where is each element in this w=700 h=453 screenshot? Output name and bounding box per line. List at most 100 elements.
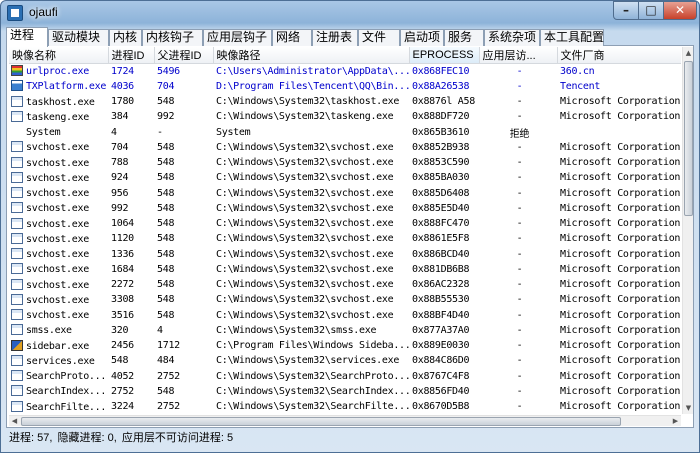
eprocess-cell: 0x865B3610 — [409, 125, 479, 140]
pid-cell: 924 — [108, 170, 154, 185]
image-path-cell: C:\Windows\System32\svchost.exe — [213, 231, 409, 246]
table-row[interactable]: svchost.exe 992 548 C:\Windows\System32\svc… — [9, 201, 681, 216]
app-access-text: - — [516, 96, 523, 108]
column-header-ppid[interactable]: 父进程ID — [154, 47, 214, 64]
tab-registry[interactable]: 注册表 — [312, 29, 358, 46]
table-row[interactable]: svchost.exe 704 548 C:\Windows\System32\svc… — [9, 140, 681, 155]
eprocess-cell: 0x885BA030 — [409, 170, 479, 185]
scroll-down-arrow-icon[interactable]: ▼ — [683, 402, 694, 414]
scroll-left-arrow-icon[interactable]: ◀ — [9, 415, 20, 427]
app-access-cell: - — [479, 109, 557, 124]
table-row[interactable]: urlproc.exe 1724 5496 C:\Users\Administrato… — [9, 64, 681, 79]
tab-network[interactable]: 网络 — [272, 29, 312, 46]
vendor-cell: Microsoft Corporation — [557, 94, 681, 109]
table-row[interactable]: svchost.exe 788 548 C:\Windows\System32\svc… — [9, 155, 681, 170]
table-row[interactable]: taskeng.exe 384 992 C:\Windows\System32\tas… — [9, 109, 681, 124]
vertical-scrollbar[interactable]: ▲ ▼ — [682, 47, 693, 414]
table-row[interactable]: svchost.exe 956 548 C:\Windows\System32\svc… — [9, 186, 681, 201]
column-header-vendor[interactable]: 文件厂商 — [557, 47, 681, 64]
tab-files[interactable]: 文件 — [358, 29, 400, 46]
table-row[interactable]: svchost.exe 3516 548 C:\Windows\System32\sv… — [9, 308, 681, 323]
tab-services[interactable]: 服务 — [444, 29, 484, 46]
table-row[interactable]: svchost.exe 1064 548 C:\Windows\System32\sv… — [9, 216, 681, 231]
image-path-text: C:\Windows\System32\svchost.exe — [216, 233, 394, 245]
image-path-text: C:\Windows\System32\svchost.exe — [216, 157, 394, 169]
image-path-cell: C:\Windows\System32\taskeng.exe — [213, 109, 409, 124]
window-icon — [11, 171, 23, 183]
process-name-text: svchost.exe — [26, 157, 89, 169]
app-access-cell: - — [479, 186, 557, 201]
table-row[interactable]: svchost.exe 924 548 C:\Windows\System32\svc… — [9, 170, 681, 185]
table-row[interactable]: SearchProto... 4052 2752 C:\Windows\System3… — [9, 369, 681, 384]
column-header-name[interactable]: 映像名称 — [9, 47, 109, 64]
scroll-right-arrow-icon[interactable]: ▶ — [670, 415, 681, 427]
table-row[interactable]: smss.exe 320 4 C:\Windows\System32\smss.exe… — [9, 323, 681, 338]
tab-startup[interactable]: 启动项 — [400, 29, 444, 46]
process-name-text: svchost.exe — [26, 233, 89, 245]
table-row[interactable]: SearchFilte... 3224 2752 C:\Windows\System3… — [9, 399, 681, 414]
tab-system-misc[interactable]: 系统杂项 — [484, 29, 540, 46]
table-row[interactable]: svchost.exe 2272 548 C:\Windows\System32\sv… — [9, 277, 681, 292]
table-row[interactable]: svchost.exe 1120 548 C:\Windows\System32\sv… — [9, 231, 681, 246]
table-row[interactable]: sidebar.exe 2456 1712 C:\Program Files\Wind… — [9, 338, 681, 353]
app-access-text: - — [516, 111, 523, 123]
maximize-button[interactable]: □ — [638, 1, 664, 20]
tab-kernel[interactable]: 内核 — [109, 29, 142, 46]
process-name-text: svchost.exe — [26, 249, 89, 261]
horizontal-scroll-thumb[interactable] — [21, 417, 621, 426]
tab-kernel-hooks[interactable]: 内核钩子 — [142, 29, 203, 46]
ppid-text: 548 — [157, 157, 175, 169]
vendor-cell: Microsoft Corporation — [557, 369, 681, 384]
status-hidden-count: 隐藏进程: 0, — [57, 432, 117, 444]
table-row[interactable]: TXPlatform.exe 4036 704 D:\Program Files\Te… — [9, 79, 681, 94]
title-bar[interactable]: ojaufi – □ ✕ — [1, 1, 699, 25]
ppid-cell: 5496 — [154, 64, 213, 79]
ppid-cell: 704 — [154, 79, 213, 94]
process-name-cell: taskeng.exe — [9, 109, 108, 124]
window-icon — [11, 141, 23, 153]
close-button[interactable]: ✕ — [663, 1, 697, 20]
tab-drivers[interactable]: 驱动模块 — [48, 29, 109, 46]
table-row[interactable]: svchost.exe 3308 548 C:\Windows\System32\sv… — [9, 292, 681, 307]
scroll-up-arrow-icon[interactable]: ▲ — [683, 47, 694, 59]
column-header-eprocess[interactable]: EPROCESS — [409, 47, 480, 64]
image-path-cell: C:\Windows\System32\svchost.exe — [213, 262, 409, 277]
table-row[interactable]: services.exe 548 484 C:\Windows\System32\se… — [9, 353, 681, 368]
vendor-text: Microsoft Corporation — [560, 248, 681, 260]
image-path-cell: C:\Windows\System32\svchost.exe — [213, 308, 409, 323]
column-header-path[interactable]: 映像路径 — [213, 47, 410, 64]
vertical-scroll-thumb[interactable] — [684, 61, 693, 216]
column-header-app-access[interactable]: 应用层访... — [479, 47, 558, 64]
process-name-cell: svchost.exe — [9, 216, 108, 231]
image-path-cell: C:\Users\Administrator\AppData\... — [213, 64, 409, 79]
table-row[interactable]: System 4 - System 0x865B3610 拒绝 — [9, 125, 681, 140]
eprocess-cell: 0x888FC470 — [409, 216, 479, 231]
tab-processes[interactable]: 进程 — [6, 27, 48, 47]
table-row[interactable]: svchost.exe 1684 548 C:\Windows\System32\sv… — [9, 262, 681, 277]
process-name-text: System — [26, 127, 61, 139]
minimize-button[interactable]: – — [613, 1, 639, 20]
ppid-cell: 548 — [154, 186, 213, 201]
ppid-cell: 548 — [154, 277, 213, 292]
pid-cell: 4 — [108, 125, 154, 140]
tab-app-hooks[interactable]: 应用层钩子 — [203, 29, 272, 46]
process-name-cell: taskhost.exe — [9, 94, 108, 109]
ppid-cell: - — [154, 125, 213, 140]
table-row[interactable]: SearchIndex... 2752 548 C:\Windows\System32… — [9, 384, 681, 399]
tab-tool-config[interactable]: 本工具配置 — [540, 29, 604, 46]
horizontal-scrollbar[interactable]: ◀ ▶ — [9, 415, 681, 426]
window-icon — [11, 370, 23, 382]
window-icon — [11, 95, 23, 107]
sidebar-app-icon — [11, 339, 23, 351]
table-row[interactable]: svchost.exe 1336 548 C:\Windows\System32\sv… — [9, 247, 681, 262]
vendor-cell: Microsoft Corporation — [557, 308, 681, 323]
image-path-text: C:\Windows\System32\services.exe — [216, 355, 400, 367]
process-name-text: svchost.exe — [26, 294, 89, 306]
ppid-cell: 548 — [154, 247, 213, 262]
vendor-text: Microsoft Corporation — [560, 96, 681, 108]
eprocess-text: 0x877A37A0 — [412, 324, 470, 336]
table-row[interactable]: taskhost.exe 1780 548 C:\Windows\System32\t… — [9, 94, 681, 109]
ppid-text: 548 — [157, 172, 175, 184]
process-name-cell: SearchProto... — [9, 369, 108, 384]
column-header-pid[interactable]: 进程ID — [108, 47, 155, 64]
